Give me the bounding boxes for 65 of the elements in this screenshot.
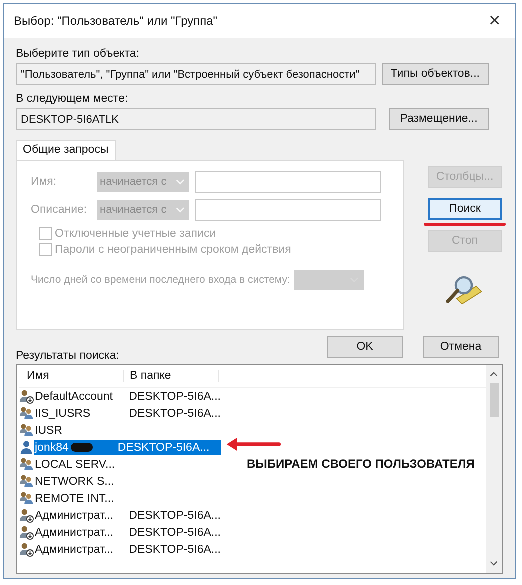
side-button[interactable]: Поиск — [428, 198, 502, 220]
row-folder: DESKTOP-5I6A... — [128, 526, 221, 538]
chevron-icon — [176, 207, 185, 213]
chevron-icon — [176, 179, 185, 185]
row-highlight[interactable]: NETWORK S... — [34, 474, 221, 489]
row-highlight[interactable]: LOCAL SERV... — [34, 457, 221, 472]
selected-row[interactable]: jonk84 DESKTOP-5I6A... — [34, 440, 221, 455]
row-folder: DESKTOP-5I6A... — [128, 390, 221, 402]
row-highlight[interactable]: REMOTE INT... — [34, 491, 221, 506]
scrollbar[interactable] — [486, 365, 502, 573]
row-name: NETWORK S... — [34, 476, 116, 488]
row-highlight[interactable]: DefaultAccount DESKTOP-5I6A... — [34, 389, 221, 404]
row-name: Администрат... — [34, 526, 115, 538]
user-icon — [19, 525, 34, 540]
user-icon — [19, 440, 34, 455]
users-icon — [19, 457, 34, 472]
column-header[interactable]: В папке — [124, 370, 219, 382]
row-folder: DESKTOP-5I6A... — [128, 544, 221, 556]
row-name: jonk84 — [34, 442, 69, 454]
column-header[interactable]: Имя — [19, 370, 124, 382]
magnifier-icon — [444, 274, 484, 306]
row-name: Администрат... — [34, 510, 115, 522]
users-icon — [19, 491, 34, 506]
dialog-button[interactable]: Отмена — [423, 336, 499, 358]
arrow-annotation — [225, 437, 281, 452]
object-types-button[interactable]: Типы объектов... — [382, 63, 489, 85]
dialog-button[interactable]: OK — [327, 336, 403, 358]
row-folder: DESKTOP-5I6A... — [128, 510, 221, 522]
row-highlight[interactable]: IIS_IUSRS DESKTOP-5I6A... — [34, 406, 221, 421]
users-icon — [19, 406, 34, 421]
row-folder: DESKTOP-5I6A... — [128, 408, 221, 420]
row-folder: DESKTOP-5I6A... — [116, 442, 210, 454]
field-label: Описание: — [30, 204, 88, 216]
results-label: Результаты поиска: — [16, 350, 120, 362]
users-icon — [19, 474, 34, 489]
users-icon — [19, 423, 34, 438]
tab[interactable]: Общие запросы — [16, 140, 116, 160]
checkbox-label: Пароли с неограниченным сроком действия — [55, 244, 292, 256]
scroll-up-icon[interactable] — [490, 372, 498, 377]
location-field: DESKTOP-5I6ATLK — [16, 108, 376, 130]
row-highlight[interactable]: IUSR — [34, 423, 221, 438]
object-type-field: "Пользователь", "Группа" или "Встроенный субъект безопасности" — [16, 63, 376, 85]
user-icon — [19, 542, 34, 557]
scroll-thumb[interactable] — [490, 383, 498, 417]
checkbox-label: Отключенные учетные записи — [55, 228, 216, 240]
field-label: Выберите тип объекта: — [16, 48, 141, 60]
row-name: IUSR — [34, 424, 64, 436]
row-name: DefaultAccount — [34, 390, 114, 402]
user-icon — [19, 508, 34, 523]
row-highlight[interactable]: Администрат... DESKTOP-5I6A... — [34, 542, 221, 557]
row-name: LOCAL SERV... — [34, 458, 116, 470]
row-highlight[interactable]: Администрат... DESKTOP-5I6A... — [34, 508, 221, 523]
field-label: Имя: — [30, 176, 58, 188]
row-highlight[interactable]: Администрат... DESKTOP-5I6A... — [34, 525, 221, 540]
row-name: IIS_IUSRS — [34, 408, 92, 420]
field-label: В следующем месте: — [16, 93, 130, 105]
window-title: Выбор: "Пользователь" или "Группа" — [14, 14, 218, 28]
location-button[interactable]: Размещение... — [389, 108, 489, 130]
row-name: Администрат... — [34, 544, 115, 556]
scroll-down-icon[interactable] — [490, 561, 498, 566]
days-label: Число дней со времени последнего входа в систему: — [31, 274, 290, 286]
annotation-text: ВЫБИРАЕМ СВОЕГО ПОЛЬЗОВАТЕЛЯ — [247, 457, 475, 471]
user-icon — [19, 389, 34, 404]
row-name: REMOTE INT... — [34, 492, 116, 504]
close-button[interactable]: × — [475, 10, 515, 32]
